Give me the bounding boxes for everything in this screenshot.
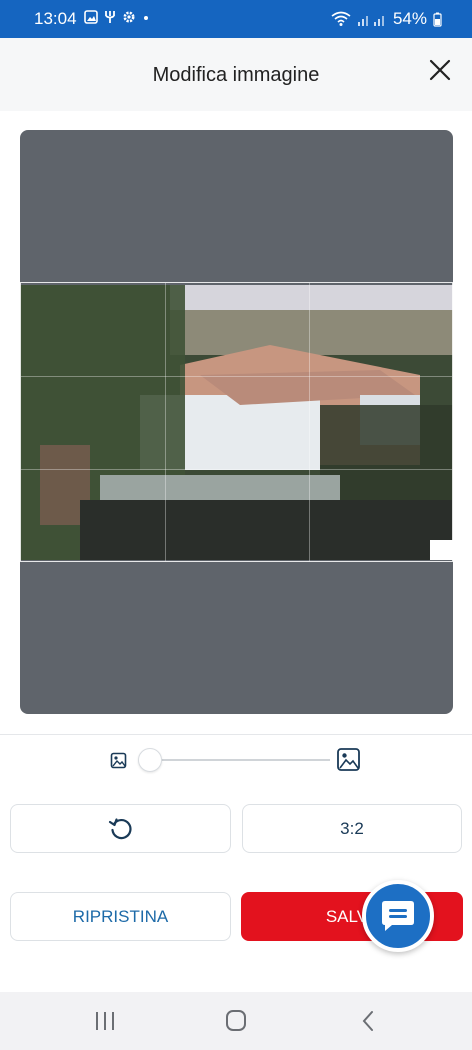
reset-button[interactable]: RIPRISTINA bbox=[10, 892, 231, 941]
crop-grid-line bbox=[309, 283, 310, 561]
gallery-notification-icon bbox=[84, 10, 98, 24]
page-title: Modifica immagine bbox=[152, 64, 320, 86]
zoom-track[interactable] bbox=[150, 759, 330, 761]
back-icon[interactable] bbox=[354, 1009, 384, 1033]
system-nav-bar bbox=[0, 992, 472, 1050]
home-icon[interactable] bbox=[221, 1009, 251, 1033]
status-time: 13:04 bbox=[34, 9, 77, 28]
crop-grid-line bbox=[21, 376, 452, 377]
recent-apps-icon[interactable] bbox=[90, 1009, 120, 1033]
reset-label: RIPRISTINA bbox=[72, 906, 169, 926]
dialog-header: Modifica immagine bbox=[0, 38, 472, 111]
chat-button[interactable] bbox=[362, 880, 434, 952]
status-bar: 13:04 54% bbox=[0, 0, 472, 38]
aspect-ratio-button[interactable]: 3:2 bbox=[242, 804, 462, 853]
zoom-slider[interactable] bbox=[108, 745, 364, 775]
fork-notification-icon bbox=[105, 11, 115, 23]
status-notification-icons bbox=[84, 10, 150, 24]
zoom-thumb[interactable] bbox=[138, 748, 162, 772]
crop-frame[interactable] bbox=[20, 282, 453, 562]
signal-icon bbox=[357, 16, 384, 26]
crop-grid-line bbox=[21, 469, 452, 470]
image-editor-canvas[interactable] bbox=[20, 130, 453, 714]
image-small-icon bbox=[110, 752, 127, 769]
rotate-button[interactable] bbox=[10, 804, 231, 853]
battery-percent: 54% bbox=[392, 9, 427, 28]
wifi-icon bbox=[331, 11, 351, 26]
crop-grid-line bbox=[165, 283, 166, 561]
aspect-ratio-label: 3:2 bbox=[340, 818, 364, 838]
chat-icon bbox=[382, 901, 414, 931]
battery-icon bbox=[433, 12, 442, 27]
settings-notification-icon bbox=[123, 11, 135, 23]
image-large-icon bbox=[337, 748, 360, 771]
divider bbox=[0, 734, 472, 735]
dot-notification-icon bbox=[144, 16, 148, 20]
rotate-icon bbox=[108, 817, 131, 839]
close-icon[interactable] bbox=[426, 56, 454, 84]
